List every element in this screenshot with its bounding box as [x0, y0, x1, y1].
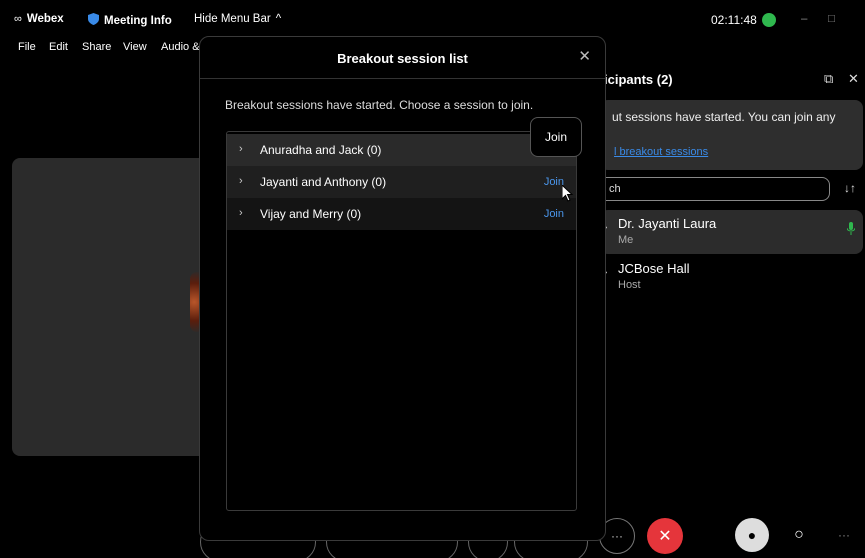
minimize-icon: – [801, 13, 808, 25]
session-row[interactable]: › Jayanti and Anthony (0) Join [227, 166, 576, 198]
participant-name: Dr. Jayanti Laura [618, 216, 717, 231]
sort-icon[interactable]: ↓↑ [844, 181, 856, 195]
participant-row[interactable]: › JCBose Hall Host [600, 255, 863, 299]
expand-chevron-icon[interactable]: › [239, 207, 243, 219]
hide-menu-bar-label: Hide Menu Bar [194, 13, 271, 25]
participants-button[interactable]: ● [735, 518, 769, 552]
title-bar: ∞ Webex Meeting Info Hide Menu Bar ^ 02:… [0, 0, 865, 38]
menu-file[interactable]: File [18, 41, 36, 53]
popout-icon[interactable]: ⧉ [824, 71, 833, 87]
people-icon: ● [747, 527, 757, 543]
session-name: Vijay and Merry (0) [260, 207, 362, 221]
chat-button[interactable]: ○ [782, 518, 816, 552]
join-link[interactable]: Join [544, 176, 564, 188]
shield-icon [88, 13, 99, 28]
mouse-cursor-icon [561, 183, 574, 206]
hide-menu-bar-button[interactable]: Hide Menu Bar ^ [194, 13, 281, 25]
menu-bar: File Edit Share View Audio & [0, 38, 200, 58]
banner-text: ut sessions have started. You can join a… [612, 110, 836, 124]
maximize-icon: □ [828, 13, 835, 25]
meeting-clock: 02:11:48 [711, 13, 776, 27]
participant-role: Host [618, 279, 641, 291]
menu-audio[interactable]: Audio & [161, 41, 200, 53]
ellipsis-icon: ··· [838, 528, 850, 542]
breakout-session-dialog: Breakout session list ✕ Breakout session… [199, 36, 606, 541]
menu-share[interactable]: Share [82, 41, 111, 53]
close-panel-icon[interactable]: ✕ [848, 71, 859, 87]
session-list: › Anuradha and Jack (0) › Jayanti and An… [226, 131, 577, 511]
menu-edit[interactable]: Edit [49, 41, 68, 53]
video-stage [12, 158, 207, 456]
join-link[interactable]: Join [544, 208, 564, 220]
dialog-description: Breakout sessions have started. Choose a… [225, 98, 534, 112]
close-icon: ✕ [658, 528, 672, 545]
expand-chevron-icon[interactable]: › [239, 143, 243, 155]
participant-row[interactable]: › Dr. Jayanti Laura Me [600, 210, 863, 254]
session-name: Anuradha and Jack (0) [260, 143, 382, 157]
breakout-banner: ut sessions have started. You can join a… [600, 100, 863, 170]
signal-icon [761, 13, 776, 27]
expand-chevron-icon[interactable]: › [239, 175, 243, 187]
participant-name: JCBose Hall [618, 261, 690, 276]
meeting-info-button[interactable]: Meeting Info [88, 13, 172, 28]
close-icon[interactable]: ✕ [578, 47, 591, 65]
search-text: ch [609, 183, 621, 195]
dialog-title: Breakout session list [337, 51, 468, 66]
end-call-button[interactable]: ✕ [647, 518, 683, 554]
menu-view[interactable]: View [123, 41, 147, 53]
microphone-icon[interactable] [846, 222, 856, 236]
overflow-button[interactable]: ··· [832, 518, 856, 552]
search-input[interactable]: ch [598, 177, 830, 201]
app-brand: ∞ Webex [14, 13, 64, 25]
view-breakout-sessions-link[interactable]: l breakout sessions [614, 146, 708, 158]
participants-title: icipants (2) [604, 72, 673, 87]
maximize-button[interactable]: □ [828, 13, 835, 25]
minimize-button[interactable]: – [801, 13, 807, 25]
clock-text: 02:11:48 [711, 13, 757, 27]
participant-role: Me [618, 234, 634, 246]
session-name: Jayanti and Anthony (0) [260, 175, 387, 189]
webex-logo-icon: ∞ [14, 13, 22, 25]
chevron-up-icon: ^ [275, 13, 282, 25]
chat-bubble-icon: ○ [794, 526, 804, 543]
session-row[interactable]: › Vijay and Merry (0) Join [227, 198, 576, 230]
join-tooltip: Join [530, 117, 582, 157]
meeting-info-label: Meeting Info [104, 14, 172, 27]
participants-panel: icipants (2) ⧉ ✕ ut sessions have starte… [590, 62, 865, 507]
app-name: Webex [26, 13, 64, 25]
session-row[interactable]: › Anuradha and Jack (0) [227, 134, 576, 166]
more-icon: ··· [611, 529, 623, 543]
dialog-header: Breakout session list ✕ [200, 37, 605, 79]
